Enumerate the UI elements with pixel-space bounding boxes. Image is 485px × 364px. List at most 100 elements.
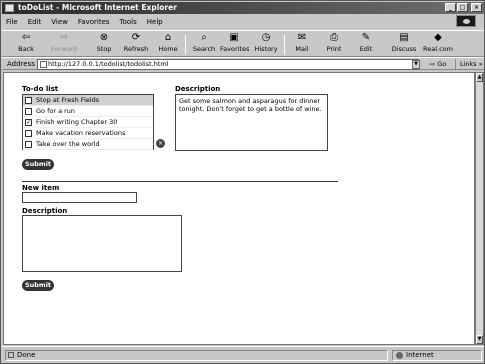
print-label: Print bbox=[326, 45, 342, 53]
history-button[interactable]: ◷ History bbox=[252, 32, 280, 53]
new-description-label: Description bbox=[22, 207, 68, 215]
vertical-scrollbar[interactable]: ▲ ▼ bbox=[475, 72, 484, 345]
go-button[interactable]: ⇨ Go bbox=[425, 59, 451, 70]
ie-page-icon bbox=[5, 4, 14, 12]
address-bar: Address http://127.0.0.1/todolist/todoli… bbox=[2, 57, 484, 70]
forward-arrow-icon: ⇨ bbox=[59, 32, 69, 43]
todo-checkbox-checked[interactable]: ✓ bbox=[25, 118, 32, 126]
maximize-button[interactable]: □ bbox=[457, 3, 468, 12]
mail-label: Mail bbox=[295, 45, 309, 53]
todo-listbox[interactable]: Stop at Fresh Fields Go for a run ✓ Fini… bbox=[22, 94, 154, 150]
submit-label: Submit bbox=[24, 281, 52, 289]
divider bbox=[22, 181, 338, 182]
menu-edit[interactable]: Edit bbox=[28, 18, 42, 26]
submit-new-item-button[interactable]: Submit bbox=[22, 280, 54, 291]
browser-window: toDoList - Microsoft Internet Explorer _… bbox=[0, 0, 485, 364]
submit-label: Submit bbox=[24, 160, 52, 168]
security-zone-panel: Internet bbox=[392, 350, 482, 361]
links-button[interactable]: Links » bbox=[455, 59, 483, 70]
address-input[interactable]: http://127.0.0.1/todolist/todolist.html bbox=[37, 59, 419, 70]
todo-checkbox[interactable] bbox=[25, 140, 32, 148]
description-text: Get some salmon and asparagus for dinner… bbox=[179, 97, 322, 113]
todo-list-label: To-do list bbox=[22, 85, 59, 93]
back-arrow-icon: ⇦ bbox=[21, 32, 31, 43]
scroll-down-icon[interactable]: ▼ bbox=[476, 335, 483, 344]
refresh-label: Refresh bbox=[123, 45, 149, 53]
menu-help[interactable]: Help bbox=[147, 18, 163, 26]
todo-checkbox[interactable] bbox=[25, 96, 32, 104]
edit-label: Edit bbox=[359, 45, 373, 53]
list-item[interactable]: Make vacation reservations bbox=[23, 128, 153, 139]
go-arrow-icon: ⇨ bbox=[429, 60, 436, 68]
page-content: To-do list Stop at Fresh Fields Go for a… bbox=[3, 72, 475, 345]
home-button[interactable]: ⌂ Home bbox=[154, 32, 182, 53]
forward-button[interactable]: ⇨ Forward bbox=[50, 32, 78, 53]
search-label: Search bbox=[192, 45, 216, 53]
list-item[interactable]: Go for a run bbox=[23, 106, 153, 117]
submit-button[interactable]: Submit bbox=[22, 159, 54, 170]
address-label: Address bbox=[7, 60, 35, 68]
menu-tools[interactable]: Tools bbox=[120, 18, 137, 26]
close-button[interactable]: × bbox=[471, 3, 482, 12]
favorites-button[interactable]: ▣ Favorites bbox=[220, 32, 250, 53]
mail-button[interactable]: ✉ Mail bbox=[288, 32, 316, 53]
real-button[interactable]: ◆ Real.com bbox=[422, 32, 454, 53]
edit-icon: ✎ bbox=[361, 32, 371, 43]
globe-icon bbox=[396, 352, 403, 359]
discuss-button[interactable]: ▤ Discuss bbox=[390, 32, 418, 53]
new-description-textarea[interactable] bbox=[22, 215, 182, 272]
address-dropdown-icon[interactable]: ▼ bbox=[412, 60, 420, 69]
standard-toolbar: ⇦ Back ⇨ Forward ⊗ Stop ⟳ Refresh ⌂ Home… bbox=[2, 30, 484, 57]
forward-label: Forward bbox=[50, 45, 78, 53]
stop-button[interactable]: ⊗ Stop bbox=[90, 32, 118, 53]
discuss-label: Discuss bbox=[391, 45, 417, 53]
new-item-label: New item bbox=[22, 184, 60, 192]
refresh-button[interactable]: ⟳ Refresh bbox=[122, 32, 150, 53]
new-item-input[interactable] bbox=[22, 192, 137, 203]
history-label: History bbox=[254, 45, 278, 53]
refresh-icon: ⟳ bbox=[131, 32, 141, 43]
windows-logo-icon bbox=[456, 15, 476, 27]
status-text-panel: Done bbox=[5, 350, 388, 361]
home-icon: ⌂ bbox=[164, 32, 172, 43]
delete-item-icon[interactable]: × bbox=[156, 139, 165, 148]
menu-view[interactable]: View bbox=[51, 18, 68, 26]
history-icon: ◷ bbox=[261, 32, 271, 43]
mail-icon: ✉ bbox=[297, 32, 307, 43]
menu-favorites[interactable]: Favorites bbox=[78, 18, 110, 26]
chevron-right-icon: » bbox=[478, 60, 483, 68]
description-textarea[interactable]: Get some salmon and asparagus for dinner… bbox=[175, 94, 328, 151]
menu-file[interactable]: File bbox=[6, 18, 18, 26]
real-icon: ◆ bbox=[434, 32, 442, 43]
todo-item-text: Stop at Fresh Fields bbox=[36, 96, 100, 104]
stop-label: Stop bbox=[96, 45, 112, 53]
search-icon: ⌕ bbox=[201, 32, 207, 43]
edit-button[interactable]: ✎ Edit bbox=[352, 32, 380, 53]
scroll-up-icon[interactable]: ▲ bbox=[476, 73, 483, 82]
title-bar: toDoList - Microsoft Internet Explorer _… bbox=[2, 2, 484, 14]
list-item[interactable]: Stop at Fresh Fields bbox=[23, 95, 153, 106]
back-button[interactable]: ⇦ Back bbox=[12, 32, 40, 53]
favorites-label: Favorites bbox=[220, 45, 250, 53]
todo-item-text: Take over the world bbox=[36, 140, 100, 148]
list-item[interactable]: ✓ Finish writing Chapter 30 bbox=[23, 117, 153, 128]
links-label: Links bbox=[460, 60, 477, 68]
status-bar: Done Internet bbox=[2, 346, 484, 363]
toolbar-separator bbox=[185, 35, 186, 55]
todo-item-text: Finish writing Chapter 30 bbox=[36, 118, 118, 126]
todo-checkbox[interactable] bbox=[25, 129, 32, 137]
back-label: Back bbox=[18, 45, 34, 53]
list-item[interactable]: Take over the world bbox=[23, 139, 153, 150]
zone-text: Internet bbox=[406, 351, 434, 359]
favorites-icon: ▣ bbox=[229, 32, 239, 43]
todo-checkbox[interactable] bbox=[25, 107, 32, 115]
menu-bar: File Edit View Favorites Tools Help bbox=[2, 14, 484, 29]
minimize-button[interactable]: _ bbox=[445, 3, 456, 12]
print-button[interactable]: ⎙ Print bbox=[320, 32, 348, 53]
window-controls: _ □ × bbox=[445, 3, 482, 12]
print-icon: ⎙ bbox=[330, 32, 338, 43]
window-title: toDoList - Microsoft Internet Explorer bbox=[18, 3, 177, 12]
discuss-icon: ▤ bbox=[399, 32, 409, 43]
toolbar-separator bbox=[284, 35, 285, 55]
search-button[interactable]: ⌕ Search bbox=[190, 32, 218, 53]
